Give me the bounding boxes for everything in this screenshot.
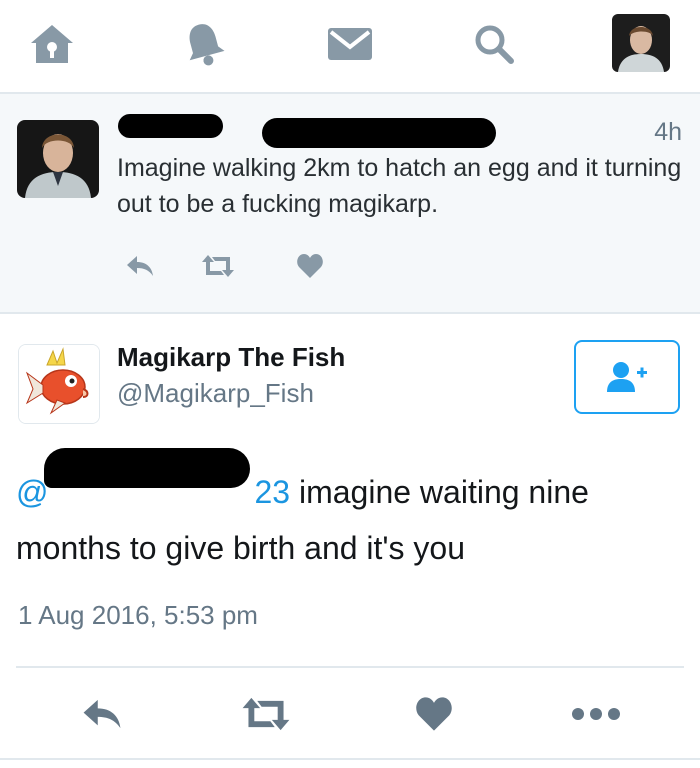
tweet-timestamp: 1 Aug 2016, 5:53 pm xyxy=(18,600,258,630)
author-name[interactable]: Magikarp The Fish xyxy=(117,342,345,373)
tweet-text: @23 imagine waiting nine months to give b… xyxy=(16,474,589,566)
tweet-actions xyxy=(0,686,700,746)
author-handle[interactable]: @Magikarp_Fish xyxy=(117,378,314,409)
mention-link[interactable]: @23 xyxy=(16,474,290,510)
retweet-icon[interactable] xyxy=(195,246,241,286)
like-icon[interactable] xyxy=(287,246,333,286)
parent-tweet[interactable]: 4h Imagine walking 2km to hatch an egg a… xyxy=(0,94,700,314)
reply-icon[interactable] xyxy=(72,686,132,742)
redacted-name xyxy=(118,114,223,138)
notifications-icon[interactable] xyxy=(176,18,232,70)
redacted-handle xyxy=(262,118,496,148)
divider xyxy=(0,758,700,760)
top-nav xyxy=(0,0,700,94)
add-user-icon xyxy=(607,362,647,392)
retweet-icon[interactable] xyxy=(236,686,296,742)
divider xyxy=(16,666,684,668)
reply-icon[interactable] xyxy=(117,246,163,286)
profile-avatar[interactable] xyxy=(612,14,670,72)
messages-icon[interactable] xyxy=(322,18,378,70)
more-icon[interactable] xyxy=(566,686,626,742)
tweet-time: 4h xyxy=(654,118,682,146)
author-avatar[interactable] xyxy=(18,344,100,424)
home-icon[interactable] xyxy=(24,18,80,70)
follow-button[interactable] xyxy=(574,340,680,414)
main-tweet: Magikarp The Fish @Magikarp_Fish @23 ima… xyxy=(0,314,700,768)
like-icon[interactable] xyxy=(404,686,464,742)
tweet-text: Imagine walking 2km to hatch an egg and … xyxy=(117,154,682,218)
search-icon[interactable] xyxy=(466,18,522,70)
parent-avatar[interactable] xyxy=(17,120,99,198)
